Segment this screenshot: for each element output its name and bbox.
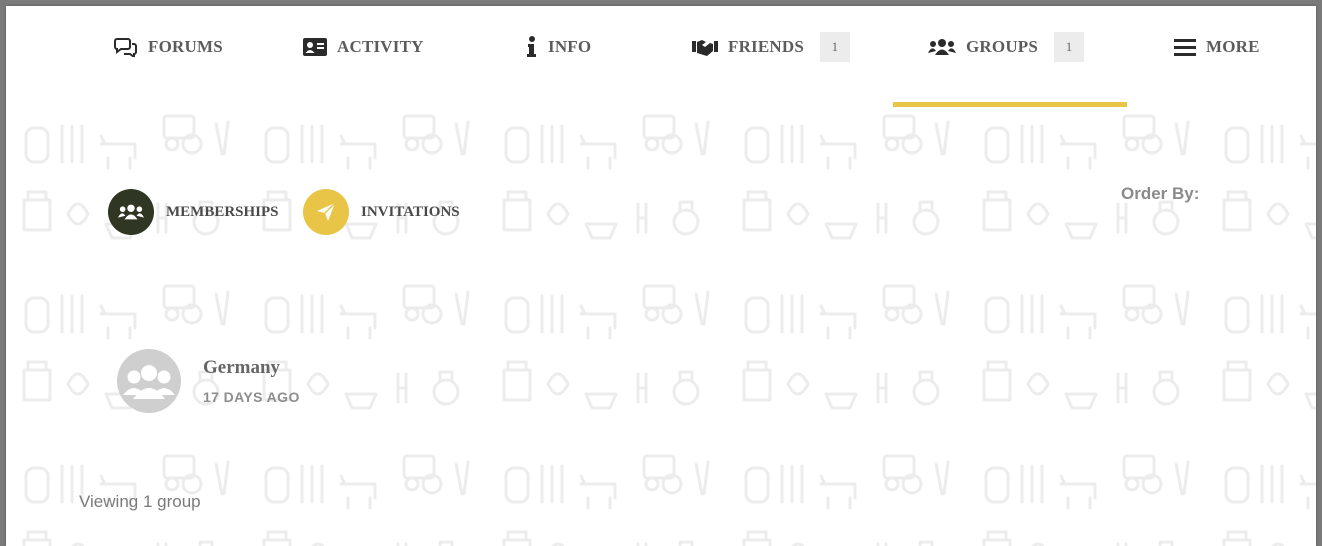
nav-tab-label: ACTIVITY [337,37,424,56]
nav-tab-more[interactable]: MORE [1174,30,1260,64]
subnav-invitations[interactable]: INVITATIONS [303,188,460,236]
group-placeholder-icon [123,365,175,399]
nav-tab-label: INFO [548,37,592,56]
users-icon [928,38,956,56]
nav-tab-info[interactable]: INFO [526,30,591,64]
nav-tab-activity[interactable]: ACTIVITY [303,30,424,64]
group-last-active: 17 DAYS AGO [203,389,300,405]
order-by-label: Order By: [1121,184,1200,203]
profile-groups-panel: FORUMS ACTIVITY INFO FRIENDS 1 GROUPS 1 … [6,6,1316,546]
handshake-icon [692,38,718,56]
groups-count-badge: 1 [1054,32,1085,62]
active-tab-indicator [893,102,1127,107]
background-pattern [6,104,1316,546]
paper-plane-icon [303,189,349,235]
nav-tab-groups[interactable]: GROUPS 1 [928,30,1085,64]
info-icon [526,36,538,58]
users-icon [108,189,154,235]
nav-tab-label: MORE [1206,37,1260,56]
hamburger-menu-icon [1174,38,1196,56]
subnav-memberships[interactable]: MEMBERSHIPS [108,188,279,236]
friends-count-badge: 1 [820,32,851,62]
pagination-count: Viewing 1 group [79,492,201,511]
subnav-invitations-label: INVITATIONS [361,203,460,220]
nav-tab-forums[interactable]: FORUMS [114,30,223,64]
group-name-link[interactable]: Germany [203,357,280,379]
nav-tab-label: FRIENDS [728,37,805,56]
forums-icon [114,37,138,57]
subnav-memberships-label: MEMBERSHIPS [166,203,279,220]
nav-tab-label: GROUPS [966,37,1039,56]
nav-tab-friends[interactable]: FRIENDS 1 [692,30,851,64]
profile-nav: FORUMS ACTIVITY INFO FRIENDS 1 GROUPS 1 … [6,6,1316,107]
id-card-icon [303,38,327,56]
group-avatar[interactable] [117,349,181,413]
nav-tab-label: FORUMS [148,37,223,56]
